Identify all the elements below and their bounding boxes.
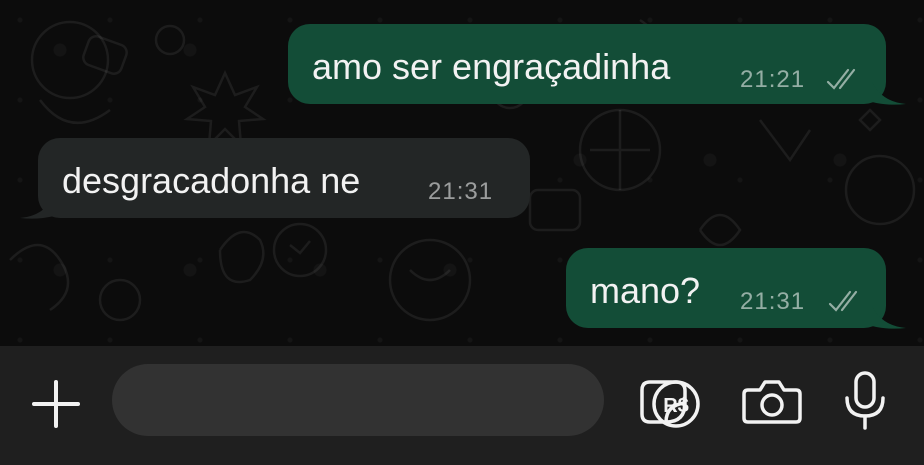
microphone-icon[interactable]: [842, 370, 888, 432]
read-ticks-icon: [826, 68, 856, 90]
plus-icon[interactable]: [28, 376, 84, 432]
bubble-tail: [872, 82, 906, 105]
bubble-tail: [872, 306, 906, 329]
message-bubble-incoming[interactable]: desgracadonha ne 21:31: [38, 138, 530, 218]
message-input[interactable]: [112, 364, 687, 436]
bubble-tail: [20, 196, 54, 219]
message-bubble-outgoing[interactable]: mano? 21:31: [566, 248, 886, 328]
payment-button[interactable]: R$: [648, 376, 704, 432]
pix-real-icon: R$: [652, 380, 700, 428]
message-time: 21:31: [740, 288, 806, 315]
message-time: 21:21: [740, 66, 806, 93]
chat-area[interactable]: amo ser engraçadinha 21:21 desgracadonha…: [0, 0, 924, 346]
message-text: amo ser engraçadinha: [312, 46, 671, 87]
payment-symbol: R$: [663, 395, 689, 417]
message-bubble-outgoing[interactable]: amo ser engraçadinha 21:21: [288, 24, 886, 104]
message-time: 21:31: [428, 178, 494, 205]
read-ticks-icon: [828, 290, 858, 312]
camera-icon[interactable]: [742, 376, 802, 426]
composer-bar: R$: [0, 346, 924, 465]
message-text: mano?: [590, 270, 701, 311]
message-text: desgracadonha ne: [62, 160, 361, 201]
